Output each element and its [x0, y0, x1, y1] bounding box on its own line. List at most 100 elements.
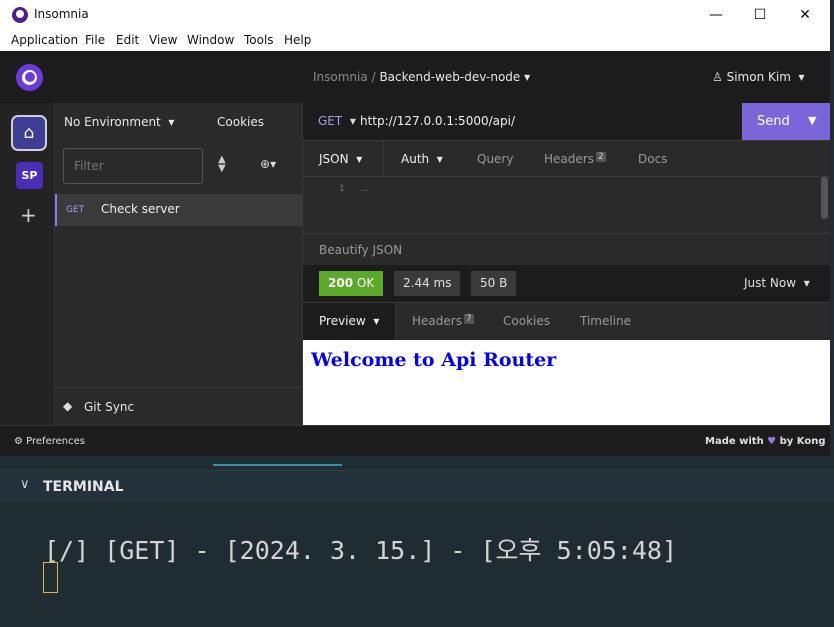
- tab-preview[interactable]: Preview ▾: [303, 303, 396, 340]
- menu-help[interactable]: Help: [284, 33, 311, 47]
- status-badge: 200 OK: [319, 271, 384, 296]
- editor-code[interactable]: ...: [360, 184, 369, 194]
- chevron-down-icon: ▾: [164, 115, 175, 129]
- chevron-down-icon: ▾: [270, 157, 277, 171]
- send-button[interactable]: Send ▼: [742, 103, 830, 140]
- request-name: Check server: [101, 202, 180, 216]
- environment-select[interactable]: No Environment ▾: [64, 115, 174, 129]
- cookies-button[interactable]: Cookies: [217, 115, 264, 129]
- menu-edit[interactable]: Edit: [116, 33, 139, 47]
- breadcrumb-current[interactable]: Backend-web-dev-node: [379, 70, 520, 84]
- git-sync-button[interactable]: ◆ Git Sync: [55, 387, 302, 425]
- beautify-bar: Beautify JSON: [303, 233, 830, 265]
- chevron-down-icon[interactable]: ∨: [20, 477, 30, 492]
- tab-response-headers-label: Headers: [412, 314, 462, 328]
- breadcrumb-root[interactable]: Insomnia: [313, 70, 368, 84]
- maximize-button[interactable]: ☐: [738, 4, 782, 26]
- menu-window[interactable]: Window: [187, 33, 234, 47]
- method-label: GET: [318, 114, 343, 128]
- user-name: Simon Kim: [726, 70, 791, 84]
- chevron-down-icon[interactable]: ▼: [808, 114, 816, 127]
- home-button[interactable]: ⌂: [11, 115, 47, 151]
- status-text: OK: [356, 276, 375, 290]
- insomnia-brand-icon[interactable]: [16, 64, 43, 91]
- beautify-json-button[interactable]: Beautify JSON: [319, 243, 402, 257]
- insomnia-window: Insomnia — ☐ ✕ Application File Edit Vie…: [0, 0, 830, 456]
- git-sync-label: Git Sync: [84, 400, 135, 414]
- title-bar: Insomnia — ☐ ✕: [0, 0, 830, 30]
- chevron-down-icon: ▾: [794, 70, 805, 84]
- send-label: Send: [757, 114, 790, 129]
- user-menu[interactable]: ♙ Simon Kim ▾: [712, 70, 805, 84]
- response-history-select[interactable]: Just Now ▾: [744, 276, 810, 290]
- chevron-down-icon: ▾: [369, 314, 380, 328]
- response-status-bar: 200 OK 2.44 ms 50 B Just Now ▾: [303, 265, 830, 303]
- tab-docs[interactable]: Docs: [638, 152, 667, 166]
- response-headers-count-badge: 7: [463, 314, 474, 324]
- preferences-button[interactable]: ⚙ Preferences: [14, 436, 85, 447]
- by-kong-label: by Kong: [779, 436, 826, 447]
- terminal-title: TERMINAL: [43, 479, 124, 495]
- window-title: Insomnia: [34, 7, 89, 21]
- menu-tools[interactable]: Tools: [244, 33, 274, 47]
- app-header: Insomnia / Backend-web-dev-node ▾ ♙ Simo…: [0, 51, 830, 103]
- response-tabs: Preview ▾ Headers 7 Cookies Timeline: [303, 303, 830, 340]
- tab-response-cookies[interactable]: Cookies: [503, 314, 550, 328]
- tab-timeline[interactable]: Timeline: [580, 314, 631, 328]
- request-item[interactable]: GET Check server: [55, 194, 302, 226]
- method-select[interactable]: GET ▾: [318, 114, 356, 128]
- terminal-output-line: [/] [GET] - [2024. 3. 15.] - [오후 5:05:48…: [44, 536, 677, 565]
- response-when: Just Now: [744, 276, 797, 290]
- menu-file[interactable]: File: [85, 33, 105, 47]
- breadcrumb[interactable]: Insomnia / Backend-web-dev-node ▾: [313, 70, 530, 84]
- response-time: 2.44 ms: [394, 271, 461, 296]
- breadcrumb-separator: /: [371, 70, 376, 84]
- terminal-body[interactable]: [/] [GET] - [2024. 3. 15.] - [오후 5:05:48…: [0, 502, 834, 627]
- filter-input[interactable]: [63, 148, 203, 184]
- made-with-kong[interactable]: Made with ♥ by Kong: [705, 436, 826, 447]
- workspace-badge[interactable]: SP: [16, 162, 43, 189]
- add-request-button[interactable]: ⊕▾: [260, 157, 276, 171]
- panel-active-indicator: [213, 464, 342, 466]
- headers-count-badge: 2: [595, 152, 606, 162]
- minimize-button[interactable]: —: [694, 4, 738, 26]
- tab-query[interactable]: Query: [477, 152, 513, 166]
- chevron-down-icon[interactable]: ▾: [524, 70, 530, 84]
- menu-view[interactable]: View: [149, 33, 177, 47]
- request-sidebar: No Environment ▾ Cookies ▲▼ ⊕▾ GET Check…: [55, 103, 303, 425]
- tab-body-label: JSON: [319, 152, 349, 166]
- chevron-down-icon: ▾: [352, 152, 363, 166]
- chevron-down-icon: ▾: [799, 276, 810, 290]
- gear-icon: ⚙: [14, 436, 23, 447]
- response-size: 50 B: [471, 271, 517, 296]
- insomnia-logo-icon: [12, 7, 28, 23]
- tab-response-headers[interactable]: Headers 7: [412, 314, 474, 328]
- close-button[interactable]: ✕: [783, 4, 827, 26]
- url-input[interactable]: http://127.0.0.1:5000/api/: [360, 114, 515, 128]
- tab-auth-label: Auth: [401, 152, 430, 166]
- response-preview: Welcome to Api Router: [303, 340, 830, 425]
- terminal-cursor: [43, 562, 58, 593]
- body-editor[interactable]: 1 ...: [303, 177, 830, 233]
- environment-label: No Environment: [64, 115, 161, 129]
- tab-headers[interactable]: Headers 2: [544, 152, 606, 166]
- add-workspace-icon[interactable]: +: [20, 203, 37, 227]
- status-code: 200: [328, 276, 354, 290]
- preview-heading: Welcome to Api Router: [311, 349, 557, 371]
- sort-icon[interactable]: ▲ ▼: [218, 155, 226, 174]
- terminal-header[interactable]: ∨ TERMINAL: [0, 471, 834, 502]
- plus-circle-icon: ⊕: [260, 157, 271, 171]
- request-tabs: JSON ▾ Auth ▾ Query Headers 2 Docs: [303, 141, 830, 177]
- workspace-rail: ⌂ SP +: [0, 103, 55, 425]
- tab-preview-label: Preview: [319, 314, 366, 328]
- home-icon: ⌂: [23, 123, 35, 143]
- request-method-tag: GET: [66, 205, 85, 215]
- tab-preview-inner: Preview ▾: [319, 314, 379, 328]
- menu-application[interactable]: Application: [11, 33, 78, 47]
- tab-auth[interactable]: Auth ▾: [401, 152, 443, 166]
- editor-scrollbar[interactable]: [821, 177, 828, 219]
- tab-body[interactable]: JSON ▾: [319, 152, 362, 166]
- preferences-label: Preferences: [26, 436, 85, 447]
- chevron-down-icon: ▾: [432, 152, 443, 166]
- chevron-down-icon: ▾: [346, 114, 356, 128]
